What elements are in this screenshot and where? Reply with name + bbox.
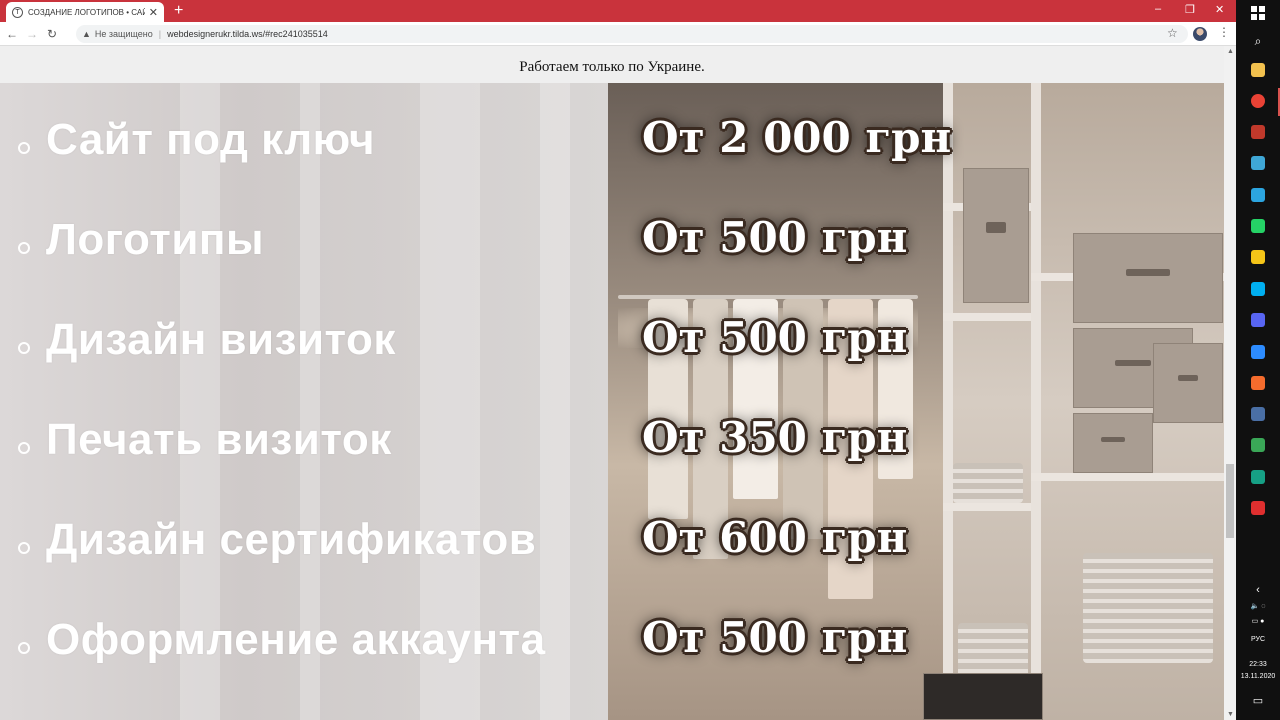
bullet-icon bbox=[18, 242, 30, 254]
monitor-icon[interactable] bbox=[1251, 407, 1265, 421]
service-price: От 500 грн bbox=[642, 613, 908, 662]
url-text[interactable]: webdesignerukr.tilda.ws/#rec241035514 bbox=[167, 29, 328, 39]
toolbar: ← → ↻ ▲ Не защищено | webdesignerukr.til… bbox=[0, 22, 1236, 46]
tilda-favicon-icon: T bbox=[12, 6, 23, 18]
back-arrow-icon[interactable]: ← bbox=[4, 27, 20, 41]
notes-icon[interactable] bbox=[1251, 156, 1265, 170]
file-explorer-icon[interactable] bbox=[1251, 63, 1265, 77]
scrollbar-thumb[interactable] bbox=[1226, 464, 1234, 538]
service-price: От 600 грн bbox=[642, 513, 908, 562]
top-notice: Работаем только по Украине. bbox=[0, 46, 1224, 83]
tab-close-icon[interactable]: ✕ bbox=[149, 6, 158, 19]
service-name: Логотипы bbox=[46, 215, 265, 264]
tab-title: СОЗДАНИЕ ЛОГОТИПОВ • САЙ bbox=[28, 7, 145, 17]
service-name: Дизайн сертификатов bbox=[46, 515, 537, 564]
reload-icon[interactable]: ↻ bbox=[44, 27, 60, 41]
origin-icon[interactable] bbox=[1251, 376, 1265, 390]
battery-icon[interactable]: ▭ ● bbox=[1236, 617, 1280, 625]
forward-arrow-icon[interactable]: → bbox=[24, 27, 40, 41]
warning-icon[interactable]: ▲ bbox=[82, 29, 91, 39]
service-name: Сайт под ключ bbox=[46, 115, 376, 164]
close-window-button[interactable]: ✕ bbox=[1215, 3, 1224, 16]
address-bar[interactable]: ▲ Не защищено | webdesignerukr.tilda.ws/… bbox=[76, 25, 1188, 43]
windows-taskbar: ⌕ ‹ 🔈 ◌ ▭ ● РУС 22:33 13.11.2020 ▭ bbox=[1236, 0, 1280, 720]
clock-date[interactable]: 13.11.2020 bbox=[1236, 673, 1280, 680]
restore-button[interactable]: ❐ bbox=[1185, 3, 1195, 16]
web-page: Работаем только по Украине. Сайт под клю… bbox=[0, 46, 1224, 720]
whatsapp-icon[interactable] bbox=[1251, 219, 1265, 233]
search-icon[interactable]: ⌕ bbox=[1236, 34, 1280, 49]
security-label[interactable]: Не защищено bbox=[95, 29, 153, 39]
chrome-icon[interactable] bbox=[1251, 94, 1265, 108]
bullet-icon bbox=[18, 142, 30, 154]
sticky-notes-icon[interactable] bbox=[1251, 250, 1265, 264]
service-name: Оформление аккаунта bbox=[46, 615, 546, 664]
chevron-left-icon[interactable]: ‹ bbox=[1236, 584, 1280, 596]
service-price: От 2 000 грн bbox=[642, 113, 952, 162]
minimize-button[interactable]: – bbox=[1155, 3, 1161, 15]
volume-icon[interactable]: 🔈 ◌ bbox=[1236, 602, 1280, 610]
page-scrollbar[interactable]: ▲ ▼ bbox=[1224, 46, 1236, 720]
language-indicator[interactable]: РУС bbox=[1236, 636, 1280, 643]
service-price: От 500 грн bbox=[642, 313, 908, 362]
windows-start-icon[interactable] bbox=[1251, 6, 1265, 20]
service-price: От 500 грн bbox=[642, 213, 908, 262]
tab-bar: T СОЗДАНИЕ ЛОГОТИПОВ • САЙ ✕ + – ❐ ✕ bbox=[0, 0, 1236, 22]
discord-icon[interactable] bbox=[1251, 313, 1265, 327]
bullet-icon bbox=[18, 642, 30, 654]
browser-menu-icon[interactable]: ⋮ bbox=[1218, 25, 1230, 39]
bookmark-star-icon[interactable]: ☆ bbox=[1167, 26, 1178, 40]
bullet-icon bbox=[18, 342, 30, 354]
browser-tab[interactable]: T СОЗДАНИЕ ЛОГОТИПОВ • САЙ ✕ bbox=[6, 2, 164, 22]
acrobat-icon[interactable] bbox=[1251, 501, 1265, 515]
clock-time[interactable]: 22:33 bbox=[1236, 661, 1280, 668]
bullet-icon bbox=[18, 442, 30, 454]
telegram-icon[interactable] bbox=[1251, 188, 1265, 202]
profile-avatar[interactable] bbox=[1193, 27, 1207, 41]
spreadsheet-icon[interactable] bbox=[1251, 438, 1265, 452]
divider: | bbox=[158, 29, 162, 39]
app-icon[interactable] bbox=[1251, 125, 1265, 139]
service-price: От 350 грн bbox=[642, 413, 908, 462]
services-hero: Сайт под ключ От 2 000 грн Логотипы От 5… bbox=[0, 83, 1224, 720]
service-name: Печать визиток bbox=[46, 415, 392, 464]
zoom-icon[interactable] bbox=[1251, 345, 1265, 359]
bullet-icon bbox=[18, 542, 30, 554]
skype-icon[interactable] bbox=[1251, 282, 1265, 296]
vpn-icon[interactable] bbox=[1251, 470, 1265, 484]
new-tab-button[interactable]: + bbox=[174, 2, 183, 20]
scroll-down-icon[interactable]: ▼ bbox=[1227, 711, 1234, 718]
service-name: Дизайн визиток bbox=[46, 315, 396, 364]
scroll-up-icon[interactable]: ▲ bbox=[1227, 48, 1234, 55]
notifications-icon[interactable]: ▭ bbox=[1236, 694, 1280, 707]
